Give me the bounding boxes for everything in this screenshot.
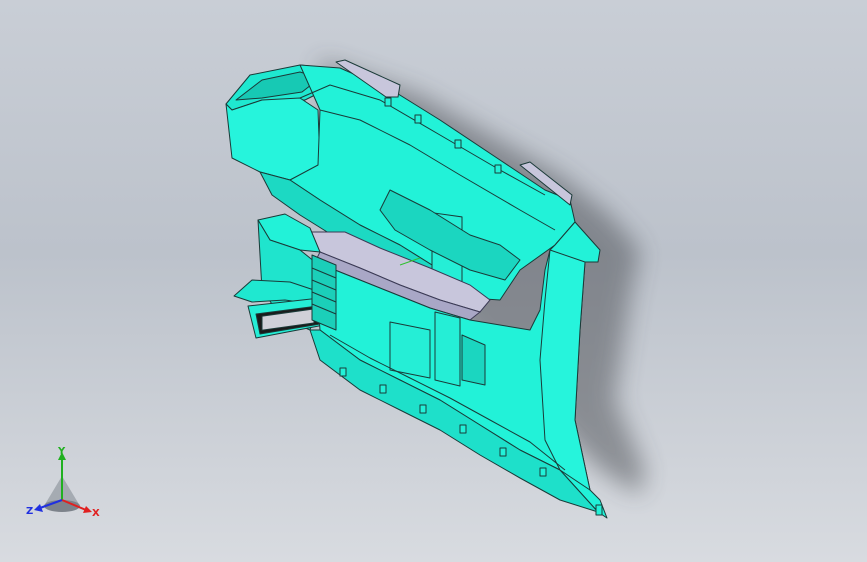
graphics-viewport[interactable]: Y X Z [0, 0, 867, 562]
y-axis-label: Y [57, 446, 66, 457]
x-axis-label: X [92, 508, 100, 519]
top-intake-front [225, 97, 321, 181]
lower-panel-1 [389, 321, 431, 379]
vent-slats [311, 254, 337, 331]
cad-part-model[interactable] [0, 0, 867, 562]
z-axis-label: Z [26, 506, 33, 517]
reference-triad[interactable]: Y X Z [22, 446, 112, 526]
lower-panel-2 [434, 311, 461, 387]
